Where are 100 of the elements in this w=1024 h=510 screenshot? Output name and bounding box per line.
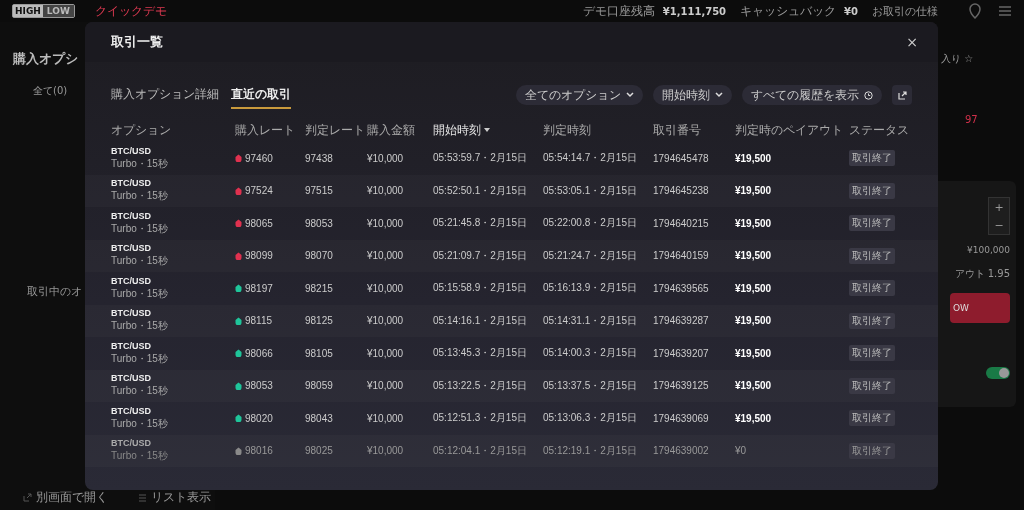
payout-cell: ¥19,500 <box>735 152 772 164</box>
table-cell: 05:12:19.1・2月15日 <box>543 443 637 458</box>
list-icon <box>138 492 147 502</box>
table-cell: ¥10,000 <box>367 347 404 359</box>
chevron-down-icon <box>715 92 723 98</box>
table-cell: 05:14:31.1・2月15日 <box>543 313 637 328</box>
table-cell: 05:22:00.8・2月15日 <box>543 216 637 231</box>
purchase-rate: 97524 <box>245 185 273 197</box>
table-cell: ¥10,000 <box>367 445 404 457</box>
status-badge: 取引終了 <box>849 280 895 297</box>
purchase-rate: 98053 <box>245 380 273 392</box>
option-type: Turbo・15秒 <box>111 351 168 366</box>
status-badge: 取引終了 <box>849 312 895 329</box>
table-cell: 1794640159 <box>653 250 709 262</box>
asset-name: BTC/USD <box>111 210 151 221</box>
table-cell: ¥10,000 <box>367 250 404 262</box>
table-cell: 05:53:59.7・2月15日 <box>433 151 527 166</box>
column-header[interactable]: 購入レート <box>235 121 305 139</box>
tab[interactable]: 購入オプション詳細 <box>111 81 219 109</box>
option-type: Turbo・15秒 <box>111 254 168 269</box>
table-cell: 05:14:16.1・2月15日 <box>433 313 527 328</box>
empty-message: 取引中のオ <box>27 283 82 299</box>
purchase-rate: 98020 <box>245 412 273 424</box>
cashback-value: ¥0 <box>844 5 858 17</box>
option-type: Turbo・15秒 <box>111 286 168 301</box>
purchase-rate: 98197 <box>245 282 273 294</box>
table-cell: ¥10,000 <box>367 315 404 327</box>
column-header[interactable]: 判定レート <box>305 121 367 139</box>
table-cell: ¥10,000 <box>367 185 404 197</box>
asset-name: BTC/USD <box>111 178 151 189</box>
status-badge: 取引終了 <box>849 442 895 459</box>
table-cell: 98025 <box>305 445 333 457</box>
open-window-link[interactable]: 別画面で開く <box>23 488 108 506</box>
balance-label: デモ口座残高 <box>582 2 655 20</box>
clock-icon <box>864 90 873 100</box>
balance-value: ¥1,111,750 <box>662 5 727 17</box>
column-header[interactable]: 開始時刻 <box>433 121 543 139</box>
close-button[interactable]: × <box>902 34 922 50</box>
table-cell: 05:16:13.9・2月15日 <box>543 281 637 296</box>
table-cell: 1794640215 <box>653 217 709 229</box>
filter-dropdown[interactable]: 全てのオプション <box>516 85 643 105</box>
table-cell: 05:53:05.1・2月15日 <box>543 183 637 198</box>
table-cell: 05:12:51.3・2月15日 <box>433 411 527 426</box>
minus-button[interactable]: − <box>989 216 1009 234</box>
filter-dropdown[interactable]: 開始時刻 <box>653 85 732 105</box>
purchase-rate: 97460 <box>245 152 273 164</box>
filter-dropdown[interactable]: 全て(0) <box>33 84 68 98</box>
table-cell: 97515 <box>305 185 333 197</box>
asset-name: BTC/USD <box>111 275 151 286</box>
purchase-rate: 98066 <box>245 347 273 359</box>
column-header[interactable]: 判定時のペイアウト <box>735 121 849 139</box>
column-header[interactable]: 購入金額 <box>367 121 433 139</box>
table-cell: 1794639287 <box>653 315 709 327</box>
cashback-label: キャッシュバック <box>740 2 837 20</box>
table-cell: 1794639002 <box>653 445 709 457</box>
asset-name: BTC/USD <box>111 438 151 449</box>
option-type: Turbo・15秒 <box>111 449 168 464</box>
history-button[interactable]: すべての履歴を表示 <box>742 85 882 105</box>
tab[interactable]: 直近の取引 <box>231 81 291 109</box>
column-header[interactable]: 取引番号 <box>653 121 735 139</box>
table-cell: 05:15:58.9・2月15日 <box>433 281 527 296</box>
table-cell: 1794645238 <box>653 185 709 197</box>
payout-cell: ¥0 <box>735 445 747 457</box>
option-type: Turbo・15秒 <box>111 416 168 431</box>
column-header[interactable]: 判定時刻 <box>543 121 653 139</box>
table-cell: 98070 <box>305 250 333 262</box>
table-cell: 1794639565 <box>653 282 709 294</box>
payout-cell: ¥19,500 <box>735 412 772 424</box>
column-header[interactable]: ステータス <box>849 121 938 139</box>
buy-button[interactable]: OW <box>950 293 1010 323</box>
status-badge: 取引終了 <box>849 215 895 232</box>
payout-cell: ¥19,500 <box>735 347 772 359</box>
table-cell: 1794639125 <box>653 380 709 392</box>
external-link-icon <box>23 492 32 502</box>
table-cell: 98059 <box>305 380 333 392</box>
column-header[interactable]: オプション <box>111 121 235 139</box>
export-button[interactable] <box>892 85 912 105</box>
page-title: 購入オプシ <box>13 50 79 68</box>
asset-name: BTC/USD <box>111 405 151 416</box>
table-cell: 98043 <box>305 412 333 424</box>
asset-name: BTC/USD <box>111 243 151 254</box>
asset-name: BTC/USD <box>111 308 151 319</box>
sort-down-icon <box>484 128 490 132</box>
payout-cell: ¥19,500 <box>735 282 772 294</box>
status-badge: 取引終了 <box>849 377 895 394</box>
table-cell: 05:13:22.5・2月15日 <box>433 378 527 393</box>
table-cell: ¥10,000 <box>367 412 404 424</box>
toggle-switch[interactable] <box>986 367 1010 379</box>
purchase-rate: 98016 <box>245 445 273 457</box>
table-cell: 05:54:14.7・2月15日 <box>543 151 637 166</box>
payout-label: アウト 1.95 <box>954 267 1010 281</box>
table-cell: 1794645478 <box>653 152 709 164</box>
table-cell: 05:13:45.3・2月15日 <box>433 346 527 361</box>
spec-link[interactable]: お取引の仕様 <box>872 3 938 19</box>
table-cell: 98215 <box>305 282 333 294</box>
table-cell: 05:21:24.7・2月15日 <box>543 248 637 263</box>
list-view-link[interactable]: リスト表示 <box>138 488 211 506</box>
plus-button[interactable]: + <box>989 198 1009 216</box>
table-cell: 05:12:04.1・2月15日 <box>433 443 527 458</box>
table-cell: 05:52:50.1・2月15日 <box>433 183 527 198</box>
